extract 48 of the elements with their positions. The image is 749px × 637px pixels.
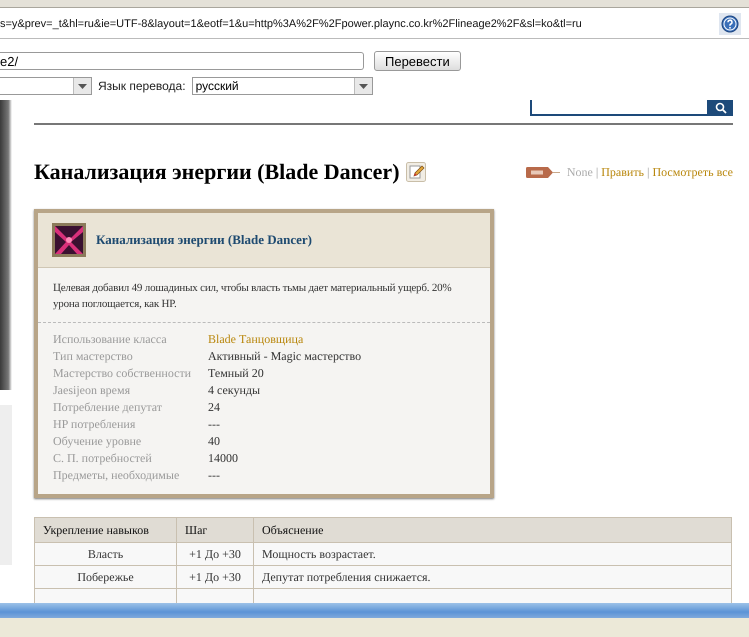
skill-icon xyxy=(52,223,86,257)
property-label: HP потребления xyxy=(53,417,136,432)
search-field[interactable] xyxy=(530,100,709,116)
property-label: Мастерство собственности xyxy=(53,366,192,381)
table-cell: Власть xyxy=(34,542,176,566)
tag-icon xyxy=(526,166,560,178)
column-header: Объяснение xyxy=(254,518,732,542)
separator: | xyxy=(596,164,598,180)
source-language-select[interactable] xyxy=(0,77,92,95)
target-language-select[interactable]: русский xyxy=(192,77,373,95)
search-icon xyxy=(715,102,727,114)
url-field[interactable]: e2/ xyxy=(0,52,364,70)
property-value: --- xyxy=(208,468,220,483)
help-icon[interactable] xyxy=(719,13,741,35)
target-language-label: Язык перевода: xyxy=(98,79,186,93)
dropdown-arrow-icon xyxy=(78,84,87,88)
edit-icon[interactable] xyxy=(406,162,426,182)
property-label: Jaesijeon время xyxy=(53,383,132,398)
search-button[interactable] xyxy=(709,100,733,116)
property-value: 14000 xyxy=(208,451,238,466)
property-label: С. П. потребностей xyxy=(53,451,153,466)
property-label: Тип мастерство xyxy=(53,349,134,364)
column-header: Укрепление навыков xyxy=(34,518,176,542)
property-value: Активный - Magic мастерство xyxy=(208,349,362,364)
page-title: Канализация энергии (Blade Dancer) xyxy=(34,159,400,185)
property-label: Потребление депутат xyxy=(53,400,164,415)
table-cell: Депутат потребления снижается. xyxy=(254,566,732,588)
url-text: s=y&prev=_t&hl=ru&ie=UTF-8&layout=1&eotf=1&u=http%3A%2F%2Fpower.plaync.co.kr%2Flineage2%2F&sl=ko&tl=ru xyxy=(0,18,582,30)
skill-description: Целевая добавил 49 лошадиных сил, чтобы власть тьмы дает материальный ущерб. 20% урона поглощается, как HP. xyxy=(38,268,490,323)
property-label: Обучение уровне xyxy=(53,434,142,449)
author-text: None xyxy=(566,164,593,180)
table-cell: +1 До +30 xyxy=(176,566,254,588)
property-label: Предметы, необходимые xyxy=(53,468,180,483)
property-label: Использование класса xyxy=(53,332,168,347)
dropdown-arrow-icon xyxy=(358,84,368,88)
separator: | xyxy=(647,164,650,180)
table-cell: +1 До +30 xyxy=(176,542,254,566)
property-value: 4 секунды xyxy=(208,383,260,398)
property-value: 40 xyxy=(208,434,220,449)
skill-name-link[interactable]: Канализация энергии (Blade Dancer) xyxy=(96,232,312,248)
property-value: Темный 20 xyxy=(208,366,264,381)
address-bar[interactable]: s=y&prev=_t&hl=ru&ie=UTF-8&layout=1&eotf=1&u=http%3A%2F%2Fpower.plaync.co.kr%2Flineage2%2F&sl=ko&tl=ru xyxy=(0,10,749,39)
translate-button[interactable]: Перевести xyxy=(374,51,461,71)
table-cell: Мощность возрастает. xyxy=(254,542,732,566)
property-value: --- xyxy=(208,417,220,432)
table-cell: Побережье xyxy=(34,566,176,588)
property-value: 24 xyxy=(208,400,220,415)
column-header: Шаг xyxy=(176,518,254,542)
